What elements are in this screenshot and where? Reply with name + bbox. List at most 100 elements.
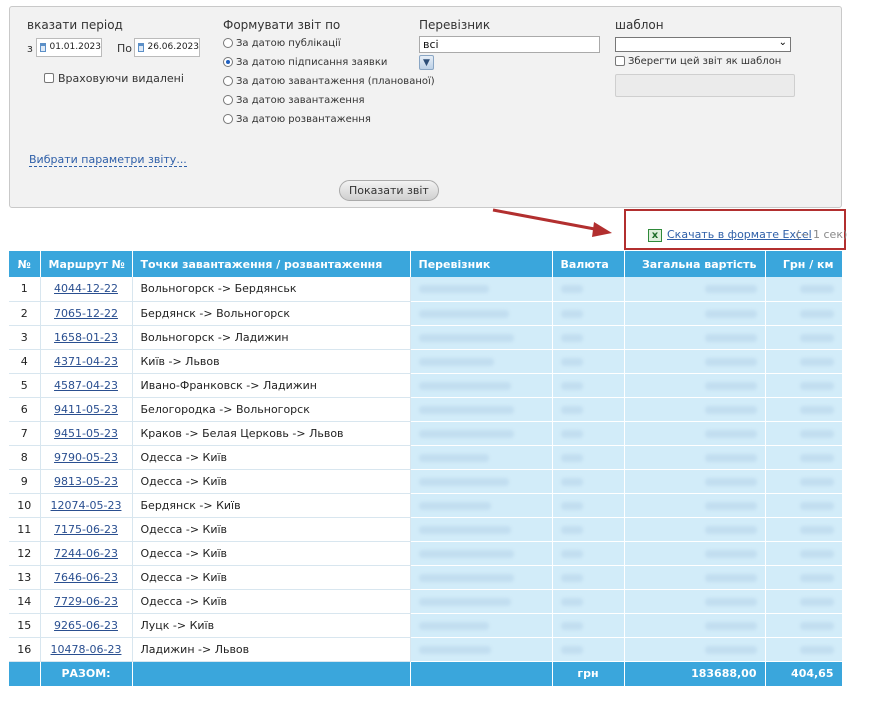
redacted-value (799, 357, 834, 366)
redacted-value (418, 453, 489, 462)
radio-signing-date[interactable] (223, 57, 233, 67)
currency-cell-redacted (552, 613, 625, 638)
row-number: 12 (9, 541, 41, 566)
col-header-num[interactable]: № (9, 251, 41, 277)
carrier-cell-redacted (410, 445, 553, 470)
route-points: Ивано-Франковск -> Ладижин (132, 373, 411, 398)
route-cell: 7729-06-23 (40, 589, 133, 614)
carrier-input[interactable]: всі (419, 36, 600, 53)
calendar-icon[interactable] (40, 43, 47, 52)
chevron-down-icon: ▼ (423, 57, 430, 68)
total-cell-redacted (624, 349, 766, 374)
col-header-route[interactable]: Маршрут № (40, 251, 133, 277)
template-label: шаблон (615, 18, 664, 32)
to-date-field[interactable]: 26.06.2023 (134, 38, 200, 57)
route-link[interactable]: 7646-06-23 (54, 571, 118, 584)
table-row: 12 7244-06-23 Одесса -> Київ (9, 541, 843, 566)
route-link[interactable]: 9813-05-23 (54, 475, 118, 488)
route-link[interactable]: 7065-12-22 (54, 307, 118, 320)
total-cell-redacted (624, 637, 766, 662)
table-row: 13 7646-06-23 Одесса -> Київ (9, 565, 843, 590)
redacted-value (418, 309, 509, 318)
include-deleted-checkbox[interactable] (44, 73, 54, 83)
carrier-dropdown-button[interactable]: ▼ (419, 55, 434, 70)
per-km-cell-redacted (765, 277, 843, 302)
totals-row: РАЗОМ: грн 183688,00 404,65 (9, 661, 843, 686)
table-row: 3 1658-01-23 Вольногорск -> Ладижин (9, 325, 843, 350)
table-row: 4 4371-04-23 Київ -> Львов (9, 349, 843, 374)
radio-unloading-date[interactable] (223, 114, 233, 124)
redacted-value (560, 477, 583, 486)
route-points: Белогородка -> Вольногорск (132, 397, 411, 422)
currency-cell-redacted (552, 349, 625, 374)
redacted-value (704, 333, 757, 342)
route-points: Бердянск -> Київ (132, 493, 411, 518)
route-link[interactable]: 4044-12-22 (54, 282, 118, 295)
route-link[interactable]: 4587-04-23 (54, 379, 118, 392)
col-header-carrier[interactable]: Перевізник (410, 251, 553, 277)
redacted-value (704, 285, 757, 294)
excel-icon[interactable]: x (648, 229, 662, 242)
route-link[interactable]: 7729-06-23 (54, 595, 118, 608)
redacted-value (560, 357, 583, 366)
redacted-value (799, 381, 834, 390)
route-link[interactable]: 12074-05-23 (51, 499, 122, 512)
radio-publication-date[interactable] (223, 38, 233, 48)
from-date-field[interactable]: 01.01.2023 (36, 38, 102, 57)
template-select[interactable]: ⌄ (615, 37, 791, 52)
table-row: 7 9451-05-23 Краков -> Белая Церковь -> Ль… (9, 421, 843, 446)
route-link[interactable]: 9411-05-23 (54, 403, 118, 416)
redacted-value (418, 573, 514, 582)
redacted-value (799, 597, 834, 606)
chevron-down-icon: ⌄ (778, 37, 787, 48)
total-cell-redacted (624, 277, 766, 302)
carrier-cell-redacted (410, 637, 553, 662)
route-points: Одесса -> Київ (132, 565, 411, 590)
route-link[interactable]: 9451-05-23 (54, 427, 118, 440)
currency-cell-redacted (552, 493, 625, 518)
per-km-cell-redacted (765, 421, 843, 446)
show-report-button[interactable]: Показати звіт (339, 180, 439, 201)
route-link[interactable]: 9265-06-23 (54, 619, 118, 632)
total-cell-redacted (624, 493, 766, 518)
route-link[interactable]: 9790-05-23 (54, 451, 118, 464)
redacted-value (704, 645, 757, 654)
route-points: Одесса -> Київ (132, 541, 411, 566)
col-header-per-km[interactable]: Грн / км (765, 251, 843, 277)
carrier-cell-redacted (410, 373, 553, 398)
redacted-value (418, 429, 514, 438)
route-link[interactable]: 10478-06-23 (51, 643, 122, 656)
col-header-points[interactable]: Точки завантаження / розвантаження (132, 251, 411, 277)
route-link[interactable]: 7175-06-23 (54, 523, 118, 536)
calendar-icon[interactable] (138, 43, 145, 52)
route-link[interactable]: 7244-06-23 (54, 547, 118, 560)
per-km-cell-redacted (765, 445, 843, 470)
total-cell-redacted (624, 445, 766, 470)
per-km-cell-redacted (765, 589, 843, 614)
col-header-currency[interactable]: Валюта (552, 251, 625, 277)
redacted-value (704, 597, 757, 606)
col-header-total[interactable]: Загальна вартість (624, 251, 766, 277)
radio-loading-date[interactable] (223, 95, 233, 105)
table-row: 1 4044-12-22 Вольногорск -> Бердянськ (9, 277, 843, 302)
choose-report-params-link[interactable]: Вибрати параметри звіту... (29, 153, 187, 167)
totals-empty-cell (9, 661, 41, 686)
table-row: 6 9411-05-23 Белогородка -> Вольногорск (9, 397, 843, 422)
redacted-value (799, 549, 834, 558)
route-points: Вольногорск -> Бердянськ (132, 277, 411, 302)
template-name-input (615, 74, 795, 97)
annotation-arrow (492, 208, 612, 237)
save-template-checkbox[interactable] (615, 56, 625, 66)
totals-label: РАЗОМ: (40, 661, 133, 686)
radio-planned-loading-date[interactable] (223, 76, 233, 86)
redacted-value (560, 309, 583, 318)
route-link[interactable]: 1658-01-23 (54, 331, 118, 344)
route-points: Одесса -> Київ (132, 589, 411, 614)
redacted-value (418, 333, 514, 342)
excel-download-link[interactable]: Скачать в формате Excel (667, 228, 812, 241)
period-label: вказати період (27, 18, 123, 32)
report-filter-panel: вказати період з 01.01.2023 По 26.06.202… (9, 6, 842, 208)
route-link[interactable]: 4371-04-23 (54, 355, 118, 368)
route-cell: 12074-05-23 (40, 493, 133, 518)
table-body: 1 4044-12-22 Вольногорск -> Бердянськ 2 7065… (9, 277, 843, 662)
